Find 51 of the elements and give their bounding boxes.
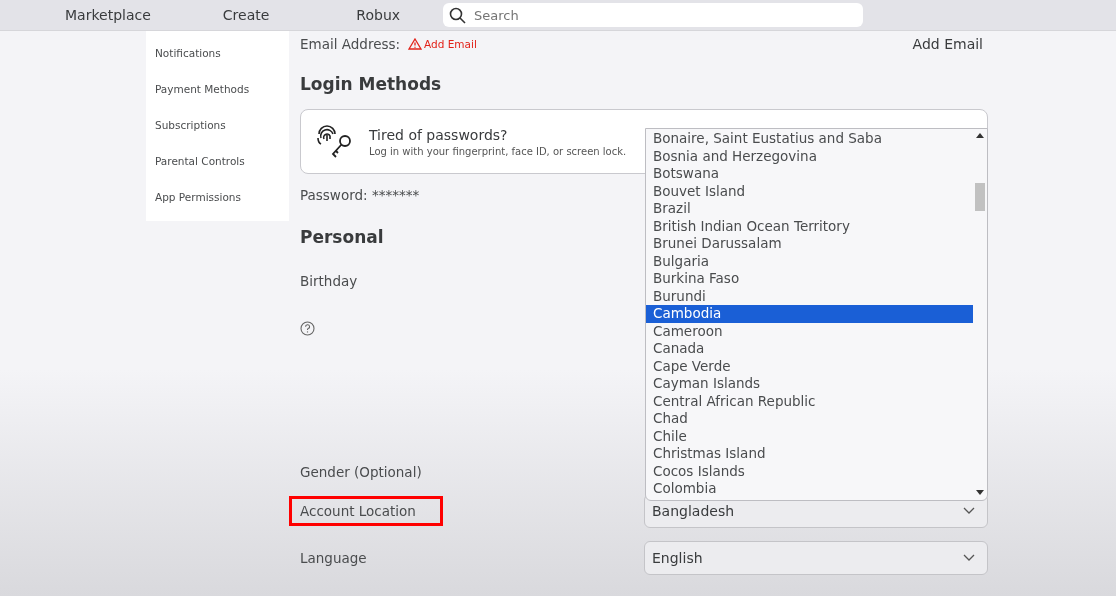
dropdown-option[interactable]: Brunei Darussalam [646,235,973,253]
chevron-down-icon [963,507,975,515]
dropdown-option[interactable]: Burundi [646,287,973,305]
warning-icon [408,38,423,50]
field-label: Account Location [300,503,416,519]
field-label: Gender (Optional) [300,464,422,480]
sidebar-item[interactable]: Parental Controls [155,153,289,169]
field-label: Email Address: [300,36,401,52]
dropdown-option[interactable]: Cayman Islands [646,375,973,393]
dropdown-option[interactable]: Bosnia and Herzegovina [646,147,973,165]
fingerprint-key-icon [315,123,353,160]
dropdown-option[interactable]: Bulgaria [646,252,973,270]
dropdown-option[interactable]: British Indian Ocean Territory [646,217,973,235]
field-label: Birthday [300,273,358,289]
dropdown-option[interactable]: Chile [646,427,973,445]
add-email-button[interactable]: Add Email [912,36,983,52]
nav-link[interactable]: Create [222,7,270,23]
scroll-down-icon[interactable] [976,490,984,496]
help-icon[interactable] [300,321,315,336]
sidebar-item[interactable]: App Permissions [155,189,289,205]
chevron-down-icon [963,554,975,562]
sidebar-item[interactable]: Payment Methods [155,81,289,97]
search-bar[interactable]: Search [443,3,864,27]
nav-link[interactable]: Marketplace [65,7,151,23]
field-label: Language [300,550,367,566]
password-text: Password: ******* [300,187,420,203]
card-title: Tired of passwords? [369,126,509,143]
dropdown-option[interactable]: Brazil [646,200,973,218]
card-description: Log in with your fingerprint, face ID, or screen lock. [369,145,627,157]
add-email-warning[interactable]: Add Email [408,38,477,50]
section-heading: Personal [300,227,384,247]
dropdown-option[interactable]: Chad [646,410,973,428]
search-icon [449,6,467,24]
language-select[interactable]: English [644,541,988,575]
dropdown-option[interactable]: Bonaire, Saint Eustatius and Saba [646,130,973,148]
scrollbar-thumb[interactable] [975,183,985,211]
section-heading: Login Methods [300,74,442,94]
search-field[interactable]: Search [474,7,858,23]
dropdown-option[interactable]: Bouvet Island [646,182,973,200]
scroll-up-icon[interactable] [976,132,984,138]
nav-link[interactable]: Robux [356,7,401,23]
dropdown-option[interactable]: Cameroon [646,322,973,340]
dropdown-option[interactable]: Christmas Island [646,445,973,463]
sidebar-item[interactable]: Notifications [155,45,289,61]
sidebar-item[interactable]: Subscriptions [155,117,289,133]
dropdown-option[interactable]: Central African Republic [646,392,973,410]
dropdown-option[interactable]: Cape Verde [646,357,973,375]
dropdown-option[interactable]: Canada [646,340,973,358]
dropdown-option[interactable]: Cocos Islands [646,462,973,480]
dropdown-option[interactable]: Cambodia [646,305,973,323]
dropdown-option[interactable]: Burkina Faso [646,270,973,288]
